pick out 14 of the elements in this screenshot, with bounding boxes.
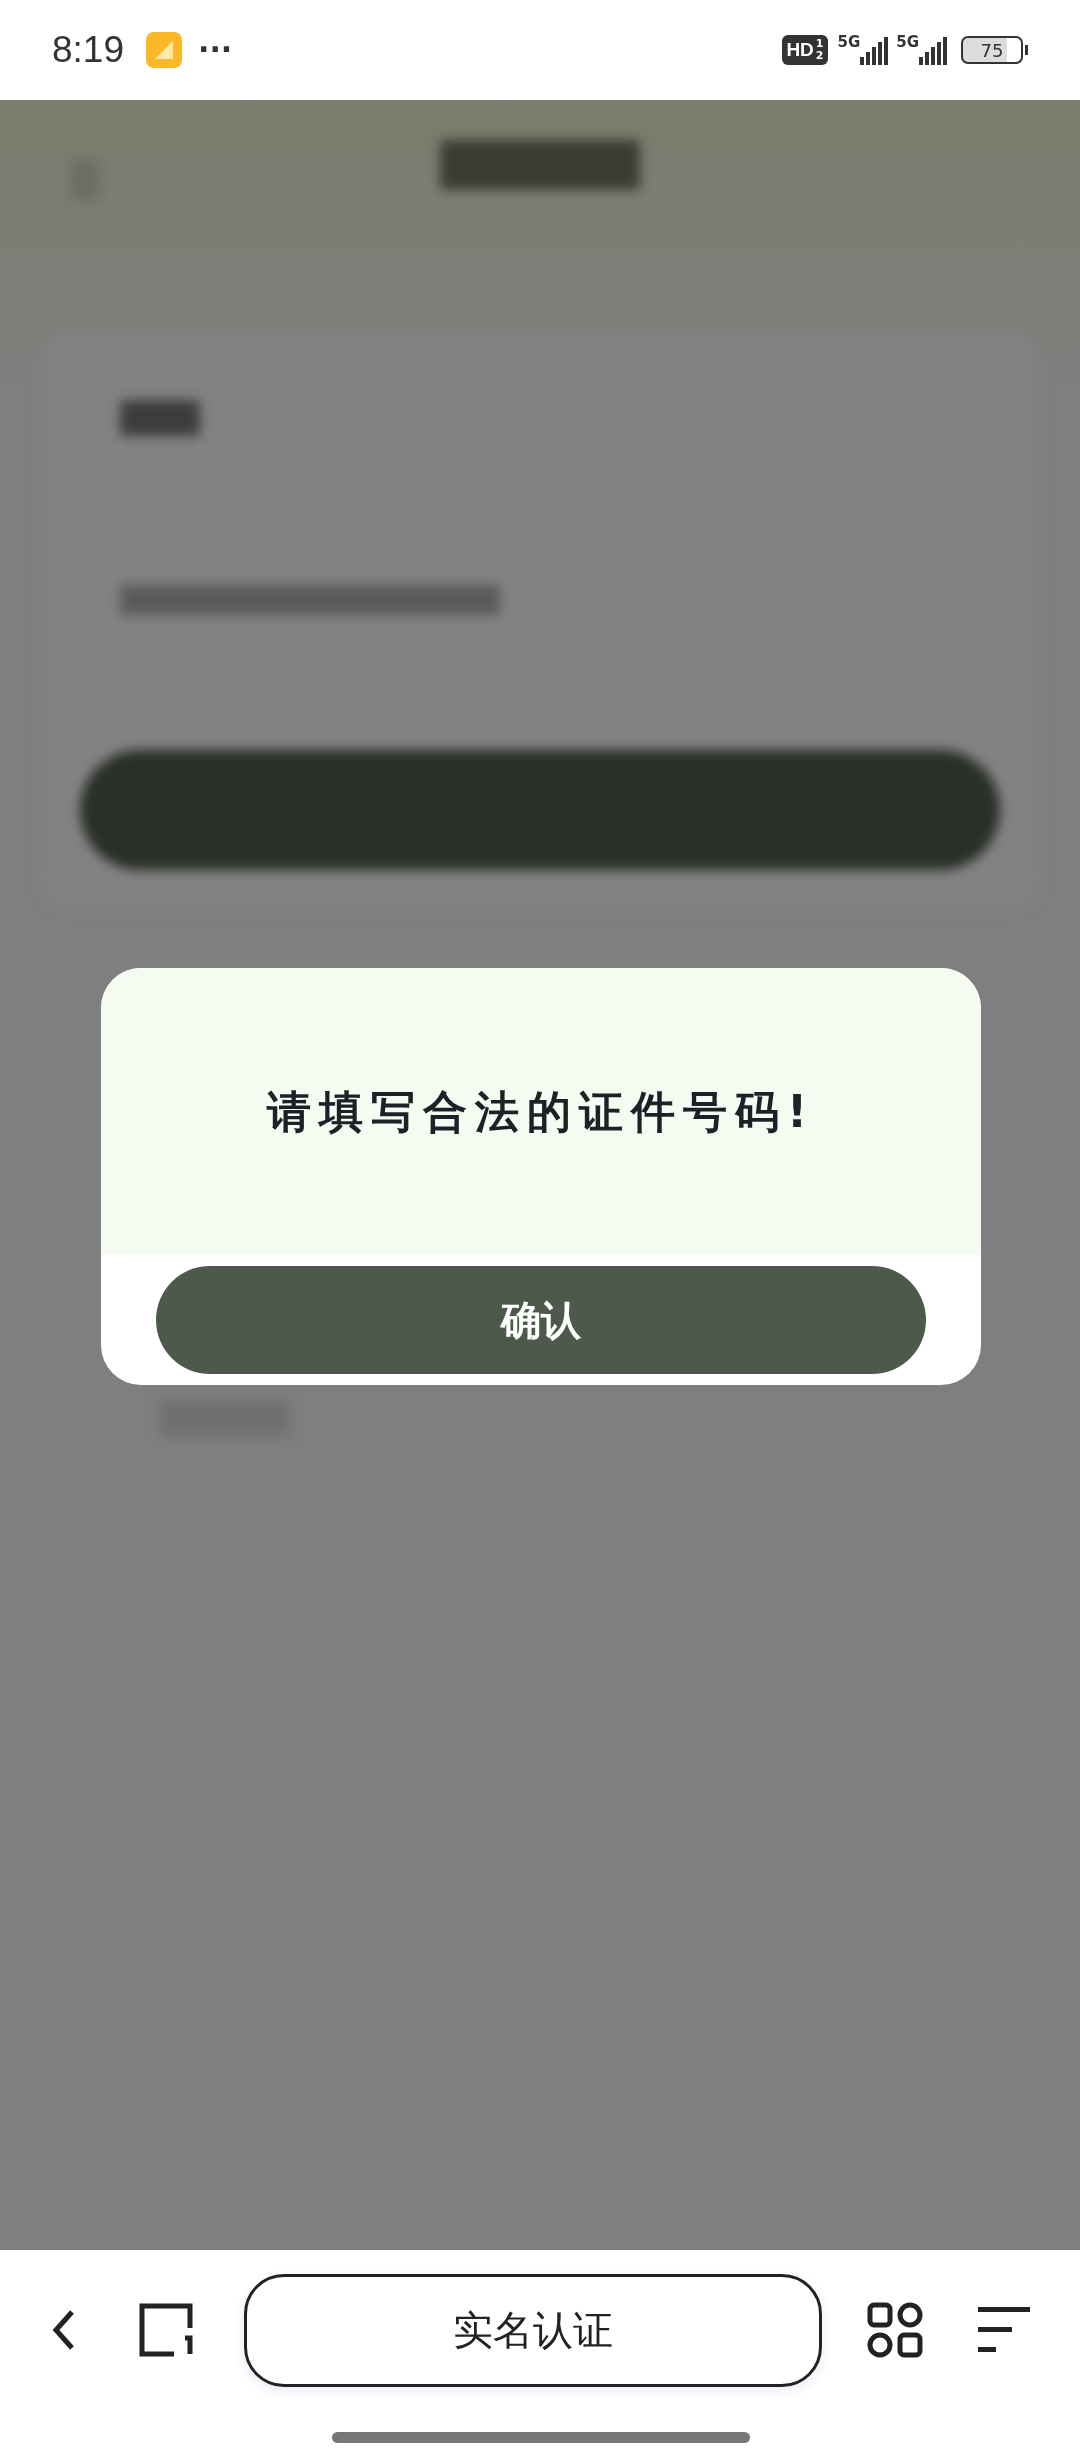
address-bar[interactable]: 实名认证 <box>244 2273 822 2387</box>
app-notification-icon <box>146 32 182 68</box>
dialog-message: 请填写合法的证件号码! <box>266 1084 816 1139</box>
more-notifications: ··· <box>198 35 233 65</box>
confirm-button[interactable]: 确认 <box>156 1266 926 1374</box>
network-type: 5G <box>837 35 861 50</box>
status-time: 8:19 <box>52 28 124 73</box>
grid-icon[interactable] <box>867 2302 923 2358</box>
signal-icon <box>860 35 889 65</box>
battery-indicator: 75 <box>961 36 1023 64</box>
tabs-icon[interactable] <box>138 2302 194 2358</box>
menu-icon[interactable] <box>978 2307 1030 2353</box>
network-type: 5G <box>896 35 919 50</box>
signal-icon <box>919 35 947 65</box>
